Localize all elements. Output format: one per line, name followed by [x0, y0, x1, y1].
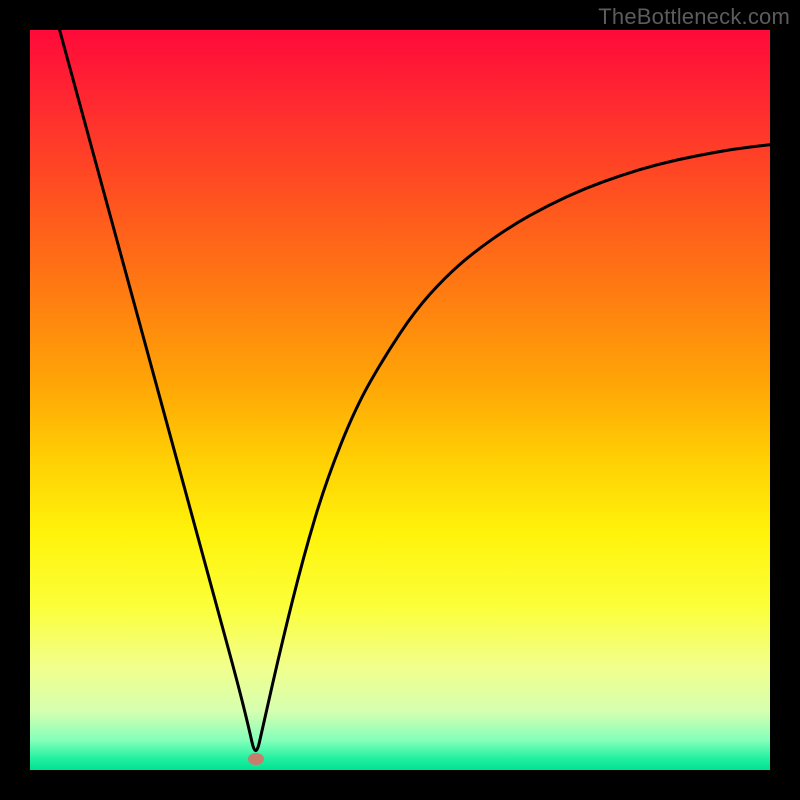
optimal-point-marker — [248, 753, 264, 765]
chart-stage: TheBottleneck.com — [0, 0, 800, 800]
curve-layer — [30, 30, 770, 770]
watermark-text: TheBottleneck.com — [598, 4, 790, 30]
plot-area — [30, 30, 770, 770]
bottleneck-curve — [60, 30, 770, 751]
